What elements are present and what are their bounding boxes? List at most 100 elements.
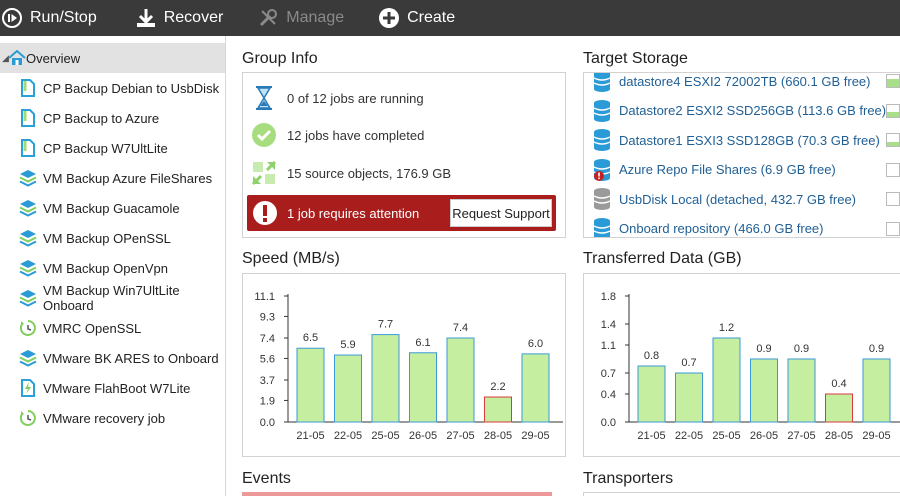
chart-bar[interactable] [825,393,853,423]
bar-value-label: 7.4 [453,322,468,334]
sidebar-item-job[interactable]: CP Backup Debian to UsbDisk [0,73,225,103]
chart-bar[interactable] [712,337,741,423]
sidebar-item-job[interactable]: VM Backup Guacamole [0,193,225,223]
download-icon [135,7,157,29]
toolbar: Run/Stop Recover Manage Create [0,0,900,36]
chart-bar[interactable] [334,354,362,423]
storage-item[interactable]: Datastore1 ESXI3 SSD128GB (70.3 GB free) [592,126,892,154]
y-tick-label: 0.0 [260,417,275,429]
x-tick-label: 29-05 [521,430,549,442]
layers-icon [19,198,37,218]
recover-button[interactable]: Recover [135,0,223,36]
chart-bar[interactable] [296,347,325,423]
expand-arrows-icon [251,160,277,186]
chart-bar[interactable] [862,358,891,423]
x-tick-label: 27-05 [787,430,815,442]
sidebar-item-label: CP Backup to Azure [43,110,160,126]
storage-item-label[interactable]: Onboard repository (466.0 GB free) [619,221,824,236]
transporters-panel [583,492,900,496]
chart-bar[interactable] [787,358,816,423]
chart-bar[interactable] [371,334,400,423]
storage-item-label[interactable]: Azure Repo File Shares (6.9 GB free) [619,162,836,177]
sidebar: ◢ Overview CP Backup Debian to UsbDisk CP… [0,36,226,496]
sidebar-item-label: VM Backup OPenSSL [43,230,171,246]
sidebar-item-label: VM Backup OpenVpn [43,260,169,276]
storage-usage-indicator [886,74,900,88]
x-tick-label: 22-05 [334,430,362,442]
sidebar-item-job[interactable]: CP Backup W7UltLite [0,133,225,163]
layers-icon [19,348,37,368]
sidebar-item-job[interactable]: VMRC OpenSSL [0,313,225,343]
x-tick-label: 26-05 [750,430,778,442]
sidebar-item-job[interactable]: VM Backup OpenVpn [0,253,225,283]
check-circle-icon [251,122,277,148]
storage-item[interactable]: UsbDisk Local (detached, 432.7 GB free) [592,185,892,213]
chart-bar[interactable] [637,365,666,423]
sidebar-item-job[interactable]: VM Backup OPenSSL [0,223,225,253]
create-button[interactable]: Create [378,0,455,36]
sidebar-item-label: VMware recovery job [43,410,166,426]
bar-value-label: 0.4 [831,378,846,390]
sidebar-item-job[interactable]: VMware FlahBoot W7Lite [0,373,225,403]
chart-bar[interactable] [409,352,437,423]
bar-value-label: 5.9 [340,339,355,351]
x-tick-label: 22-05 [675,430,703,442]
manage-button[interactable]: Manage [257,0,344,36]
sidebar-item-label: VMware FlahBoot W7Lite [43,380,191,396]
completed-status: 12 jobs have completed [251,122,424,148]
sources-status: 15 source objects, 176.9 GB [251,160,451,186]
storage-item-label[interactable]: Datastore2 ESXI2 SSD256GB (113.6 GB free… [619,103,886,118]
storage-usage-indicator [886,133,900,147]
y-tick-label: 1.1 [601,340,616,352]
tools-icon [257,7,279,29]
file-icon [19,138,37,158]
storage-item-label[interactable]: datastore4 ESXI2 72002TB (660.1 GB free) [619,74,870,89]
database-icon [592,217,612,237]
sidebar-item-job[interactable]: CP Backup to Azure [0,103,225,133]
sidebar-item-overview[interactable]: ◢ Overview [0,43,225,73]
bar-value-label: 2.2 [490,381,505,393]
sidebar-item-label: VM Backup Win7UltLite Onboard [43,283,180,313]
storage-usage-indicator [886,192,900,206]
bar-value-label: 0.9 [756,343,771,355]
storage-item[interactable]: datastore4 ESXI2 72002TB (660.1 GB free) [592,73,892,95]
bar-value-label: 6.5 [303,332,318,344]
sidebar-item-job[interactable]: VM Backup Azure FileShares [0,163,225,193]
y-tick-label: 11.1 [254,291,275,303]
storage-usage-indicator [886,103,900,118]
storage-item-label[interactable]: Datastore1 ESXI3 SSD128GB (70.3 GB free) [619,133,880,148]
storage-item-label[interactable]: UsbDisk Local (detached, 432.7 GB free) [619,192,856,207]
x-tick-label: 25-05 [371,430,399,442]
x-tick-label: 28-05 [825,430,853,442]
chart-bar[interactable] [675,372,703,423]
database-icon [592,128,612,152]
database-offline-icon [592,187,612,211]
storage-item[interactable]: Datastore2 ESXI2 SSD256GB (113.6 GB free… [592,97,892,125]
request-support-button[interactable]: Request Support [450,199,552,227]
y-tick-label: 1.8 [601,291,616,303]
layers-icon [19,288,37,308]
bar-value-label: 0.8 [644,350,659,362]
chart-bar[interactable] [750,358,778,423]
sidebar-item-job[interactable]: VMware BK ARES to Onboard [0,343,225,373]
running-status: 0 of 12 jobs are running [251,85,424,111]
sidebar-item-job[interactable]: VMware recovery job [0,403,225,433]
chart-bar[interactable] [484,396,512,423]
target-storage-panel: datastore4 ESXI2 72002TB (660.1 GB free)… [583,72,900,238]
chart-bar[interactable] [446,337,475,423]
sidebar-item-job[interactable]: VM Backup Win7UltLite Onboard [0,283,225,313]
bar-value-label: 6.0 [528,338,543,350]
storage-item[interactable]: Azure Repo File Shares (6.9 GB free) [592,156,892,184]
y-tick-label: 5.6 [260,353,275,365]
speed-chart: 0.0 1.9 3.7 5.6 7.4 9.3 11.1 6.5 21-05 5.9 22-05 7.… [254,291,563,442]
storage-item[interactable]: Onboard repository (466.0 GB free) [592,215,892,237]
chart-bar[interactable] [521,353,550,423]
events-alert-strip [242,492,552,496]
bar-value-label: 0.9 [794,343,809,355]
attention-text[interactable]: 1 job requires attention [287,206,419,221]
transferred-title: Transferred Data (GB) [583,250,742,267]
x-tick-label: 25-05 [712,430,740,442]
layers-icon [19,258,37,278]
sidebar-item-label: VM Backup Guacamole [43,200,180,216]
run-stop-button[interactable]: Run/Stop [1,0,97,36]
